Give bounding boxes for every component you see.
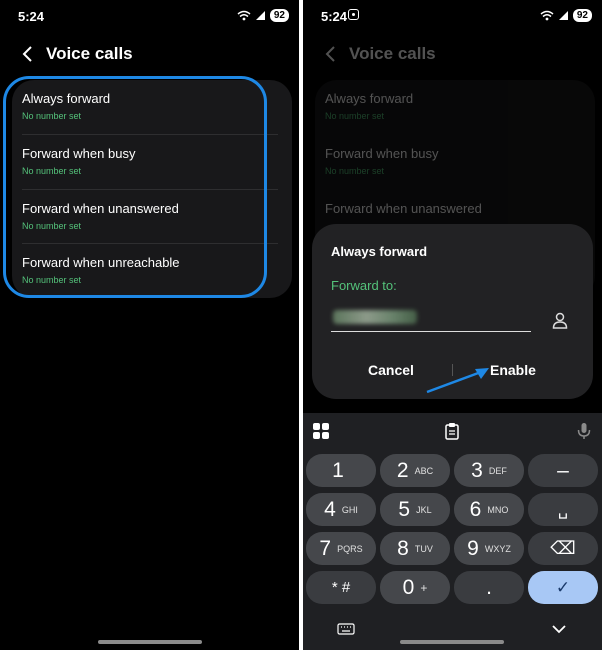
- key-5[interactable]: 5 JKL: [380, 493, 450, 526]
- key-9[interactable]: 9 WXYZ: [454, 532, 524, 565]
- always-forward-dialog-screen: 5:24 92 Voice calls Always forward No nu…: [303, 0, 602, 650]
- pointer-arrow-icon: [426, 368, 489, 394]
- page-title: Voice calls: [349, 44, 436, 63]
- chevron-down-icon[interactable]: [551, 623, 567, 635]
- key-digit: 8: [397, 536, 409, 560]
- key-1[interactable]: 1: [306, 454, 376, 487]
- apps-grid-icon[interactable]: [312, 422, 330, 440]
- key-letters: PQRS: [337, 543, 363, 554]
- key-letters: TUV: [414, 543, 433, 554]
- key-letters: DEF: [488, 465, 507, 476]
- status-bar: 5:24 92: [303, 0, 602, 30]
- key-digit: –: [557, 458, 569, 482]
- key-digit: 6: [469, 497, 482, 521]
- dialog-title: Always forward: [331, 244, 428, 259]
- app-bar: Voice calls: [303, 38, 602, 70]
- wifi-icon: [237, 10, 251, 21]
- key-digit: 2: [396, 458, 409, 482]
- enable-button[interactable]: Enable: [490, 362, 536, 378]
- key-0[interactable]: 0 +: [380, 571, 450, 604]
- key-digit: 9: [467, 536, 479, 560]
- forward-to-label: Forward to:: [331, 278, 397, 293]
- key-letters: MNO: [487, 504, 509, 515]
- key-3[interactable]: 3 DEF: [454, 454, 524, 487]
- option-label: Forward when busy: [325, 146, 439, 161]
- done-key[interactable]: ✓: [528, 571, 598, 604]
- status-icons: 92: [237, 9, 289, 22]
- backspace-icon: ⌫: [550, 538, 576, 558]
- key-8[interactable]: 8 TUV: [380, 532, 450, 565]
- key-letters: JKL: [416, 504, 432, 515]
- backspace-key[interactable]: ⌫: [528, 532, 598, 565]
- signal-icon: [558, 11, 568, 20]
- key-period[interactable]: .: [454, 571, 524, 604]
- key-2[interactable]: 2 ABC: [380, 454, 450, 487]
- checkmark-icon: ✓: [555, 577, 571, 597]
- highlight-outline: [3, 76, 267, 298]
- keyboard-switch-icon[interactable]: [337, 623, 355, 635]
- key-letters: ABC: [414, 465, 434, 476]
- keyboard-nav-row: [303, 611, 602, 650]
- key-digit: 0: [402, 575, 415, 599]
- key-star-hash[interactable]: * #: [306, 571, 376, 604]
- voice-calls-screen: 5:24 92 Voice calls Always forward No nu…: [0, 0, 299, 650]
- keyboard-toolbar: [303, 413, 602, 449]
- page-title: Voice calls: [46, 44, 133, 63]
- contact-picker-icon[interactable]: [550, 310, 570, 330]
- option-status: No number set: [325, 111, 385, 121]
- key-letters: GHI: [341, 504, 358, 515]
- key-digit: 7: [319, 536, 332, 560]
- screen-record-icon: [348, 9, 359, 20]
- redacted-number: [333, 310, 417, 324]
- status-bar: 5:24 92: [0, 0, 299, 30]
- status-time: 5:24: [321, 9, 348, 24]
- option-label: Always forward: [325, 91, 414, 106]
- option-forward-when-busy: Forward when busy No number set: [325, 135, 581, 189]
- option-label: Forward when unanswered: [325, 201, 482, 216]
- key-7[interactable]: 7 PQRS: [306, 532, 376, 565]
- key-digit: 1: [332, 458, 344, 482]
- key-digit: 3: [471, 458, 483, 482]
- app-bar: Voice calls: [0, 38, 299, 70]
- battery-icon: 92: [269, 9, 289, 22]
- back-arrow-icon: [325, 46, 335, 62]
- key-letters: WXYZ: [484, 543, 511, 554]
- status-icons: 92: [540, 9, 592, 22]
- forward-number-input[interactable]: [331, 306, 531, 332]
- status-time: 5:24: [18, 9, 45, 24]
- cancel-button[interactable]: Cancel: [368, 362, 414, 378]
- signal-icon: [255, 11, 265, 20]
- battery-icon: 92: [572, 9, 592, 22]
- microphone-icon[interactable]: [575, 422, 593, 440]
- key-digit: .: [486, 575, 492, 599]
- clipboard-icon[interactable]: [443, 422, 461, 440]
- key-6[interactable]: 6 MNO: [454, 493, 524, 526]
- wifi-icon: [540, 10, 554, 21]
- back-arrow-icon[interactable]: [18, 44, 38, 64]
- key-dash[interactable]: –: [528, 454, 598, 487]
- key-digit: ␣: [557, 501, 569, 519]
- key-letters: +: [420, 580, 428, 595]
- key-digit: * #: [331, 579, 351, 596]
- key-digit: 4: [324, 497, 336, 521]
- key-space[interactable]: ␣: [528, 493, 598, 526]
- key-4[interactable]: 4 GHI: [306, 493, 376, 526]
- option-always-forward: Always forward No number set: [325, 80, 581, 134]
- option-status: No number set: [325, 166, 385, 176]
- key-digit: 5: [398, 497, 411, 521]
- gesture-bar[interactable]: [400, 640, 504, 644]
- gesture-bar[interactable]: [98, 640, 202, 644]
- numeric-keyboard: 1 2 ABC 3 DEF – 4 GHI 5 JKL 6 MNO ␣ 7 PQRS 8 TU…: [303, 413, 602, 650]
